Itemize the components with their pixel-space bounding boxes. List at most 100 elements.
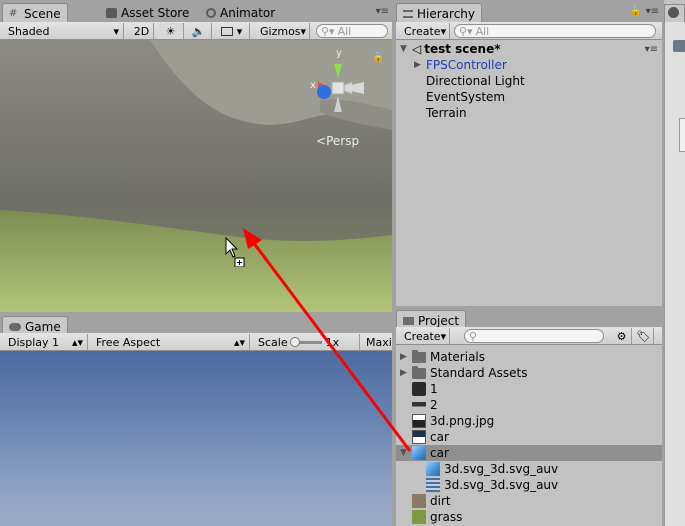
project-tree: ▶ Materials ▶ Standard Assets 1 2 3d.png…	[396, 348, 662, 526]
dropdown-arrow-icon: ▾	[113, 24, 119, 38]
persp-label: Persp	[326, 134, 360, 148]
hierarchy-toolbar: Create ▾ ⚲▾ All	[396, 22, 662, 40]
hierarchy-item-eventsystem[interactable]: EventSystem	[426, 89, 505, 105]
image-thumbnail-icon	[412, 414, 426, 428]
hierarchy-item-directional-light[interactable]: Directional Light	[426, 73, 525, 89]
lock-icon[interactable]: 🔒	[372, 52, 384, 63]
hierarchy-create-dropdown[interactable]: Create ▾	[400, 23, 450, 39]
project-item-car-texture[interactable]: car	[412, 429, 449, 445]
scene-search-input[interactable]: ⚲▾ All	[316, 24, 388, 38]
expand-arrow-icon[interactable]: ▶	[414, 60, 426, 70]
audio-toggle[interactable]: 🔈	[186, 23, 212, 39]
unity-logo-icon: ◁	[412, 42, 422, 56]
tab-scene-label: Scene	[24, 6, 61, 21]
speaker-icon: 🔈	[191, 24, 206, 38]
project-item-label: Materials	[430, 350, 486, 364]
scene-toolbar: Shaded ▾ 2D ☀ 🔈 ▾ Gizmos ▾ ⚲▾ All	[0, 22, 392, 40]
scene-root-row[interactable]: ▼ ◁ test scene* ▾≡	[400, 41, 658, 57]
display-dropdown[interactable]: Display 1 ▴▾	[4, 334, 88, 350]
search-icon: ⚲	[469, 329, 478, 343]
folder-icon	[412, 365, 426, 379]
folder-icon	[412, 349, 426, 363]
hierarchy-search-input[interactable]: ⚲▾ All	[454, 24, 656, 38]
grass-texture-icon	[412, 510, 426, 524]
project-item-label: 1	[430, 382, 438, 396]
maximize-label: Maximi	[366, 335, 392, 349]
effects-dropdown[interactable]: ▾	[214, 23, 250, 39]
scene-gizmo[interactable]: y x	[302, 48, 376, 118]
inspector-tab[interactable]	[664, 4, 685, 22]
panel-menu-icon[interactable]: ▾≡	[376, 6, 389, 17]
scene-viewport[interactable]: y x <Persp 🔒	[0, 40, 392, 312]
aspect-dropdown[interactable]: Free Aspect ▴▾	[92, 334, 250, 350]
expand-arrow-icon[interactable]: ▶	[400, 368, 412, 378]
car-thumbnail-icon	[412, 430, 426, 444]
project-item-2[interactable]: 2	[412, 397, 438, 413]
project-item-mesh[interactable]: 3d.svg_3d.svg_auv	[426, 461, 558, 477]
project-item-label: 3d.svg_3d.svg_auv	[444, 478, 559, 492]
panel-menu-icon[interactable]: ▾≡	[646, 6, 659, 17]
drag-cursor-icon	[225, 236, 247, 268]
maximize-toggle[interactable]: Maximi	[362, 334, 392, 350]
create-label: Create	[404, 24, 441, 38]
hierarchy-item-fpscontroller[interactable]: ▶ FPSController	[414, 57, 507, 73]
game-panel: Game Display 1 ▴▾ Free Aspect ▴▾ Scale 1…	[0, 314, 392, 526]
project-tabstrip: Project	[396, 310, 662, 329]
expand-arrow-icon[interactable]: ▼	[400, 44, 412, 54]
model-cube-icon	[412, 446, 426, 460]
dropdown-arrow-icon: ▴▾	[71, 335, 83, 349]
tab-animator[interactable]: Animator	[200, 3, 281, 22]
project-item-3d-png[interactable]: 3d.png.jpg	[412, 413, 494, 429]
project-item-1[interactable]: 1	[412, 381, 438, 397]
project-panel: Project Create ▾ ⚲ ⚙ 🏷 ▶ Materials ▶ Sta…	[396, 310, 662, 526]
project-item-grass[interactable]: grass	[412, 509, 462, 525]
tab-hierarchy[interactable]: Hierarchy	[396, 3, 483, 22]
project-item-label: 3d.svg_3d.svg_auv	[444, 462, 559, 476]
project-item-label: 3d.png.jpg	[430, 414, 495, 428]
project-item-standard-assets[interactable]: ▶ Standard Assets	[400, 365, 527, 381]
filter-by-type-button[interactable]: ⚙	[612, 328, 632, 344]
expand-arrow-icon[interactable]: ▶	[400, 352, 412, 362]
project-item-mesh-grid[interactable]: 3d.svg_3d.svg_auv	[426, 477, 558, 493]
store-icon	[106, 8, 117, 18]
scene-panel: # Scene Asset Store Animator ▾≡ Shaded ▾…	[0, 0, 392, 312]
game-viewport[interactable]	[0, 351, 392, 526]
gizmos-dropdown[interactable]: Gizmos ▾	[256, 23, 310, 39]
project-search-input[interactable]: ⚲	[464, 329, 604, 343]
scale-slider[interactable]	[289, 336, 322, 347]
project-item-car-model[interactable]: ▼ car	[396, 445, 662, 461]
filter-by-label-button[interactable]: 🏷	[634, 328, 654, 344]
hierarchy-item-label: FPSController	[426, 58, 507, 72]
object-icon	[673, 40, 685, 52]
create-label: Create	[404, 329, 441, 343]
gizmo-y-label: y	[336, 48, 342, 59]
hierarchy-item-label: Terrain	[426, 106, 467, 120]
tab-scene[interactable]: # Scene	[2, 3, 68, 22]
project-item-label: car	[430, 430, 449, 444]
project-item-dirt[interactable]: dirt	[412, 493, 451, 509]
lighting-toggle[interactable]: ☀	[158, 23, 184, 39]
filter-type-icon: ⚙	[616, 329, 627, 343]
mode-2d-toggle[interactable]: 2D	[130, 23, 154, 39]
scale-value: 1x	[325, 335, 340, 349]
persp-label-wrap[interactable]: <Persp	[316, 134, 359, 148]
texture-thumbnail-icon	[412, 382, 426, 396]
project-item-label: dirt	[430, 494, 451, 508]
display-label: Display 1	[8, 335, 60, 349]
lock-icon[interactable]: 🔒	[630, 6, 642, 17]
tab-project-label: Project	[418, 313, 460, 328]
tab-asset-store-label: Asset Store	[121, 6, 190, 20]
panel-menu-icon[interactable]: ▾≡	[645, 44, 658, 55]
tab-asset-store[interactable]: Asset Store	[100, 3, 195, 22]
game-toolbar: Display 1 ▴▾ Free Aspect ▴▾ Scale 1x Max…	[0, 333, 392, 351]
dropdown-arrow-icon: ▾	[236, 24, 243, 38]
chevron-left-icon: <	[316, 134, 327, 148]
hierarchy-item-terrain[interactable]: Terrain	[426, 105, 467, 121]
shading-dropdown[interactable]: Shaded ▾	[4, 23, 124, 39]
hierarchy-tree: ▼ ◁ test scene* ▾≡ ▶ FPSController Direc…	[396, 40, 662, 306]
expand-arrow-icon[interactable]: ▼	[400, 448, 412, 458]
project-create-dropdown[interactable]: Create ▾	[400, 328, 450, 344]
project-item-materials[interactable]: ▶ Materials	[400, 349, 485, 365]
slider-thumb-icon[interactable]	[289, 336, 300, 347]
scale-control[interactable]: Scale 1x	[254, 334, 360, 350]
